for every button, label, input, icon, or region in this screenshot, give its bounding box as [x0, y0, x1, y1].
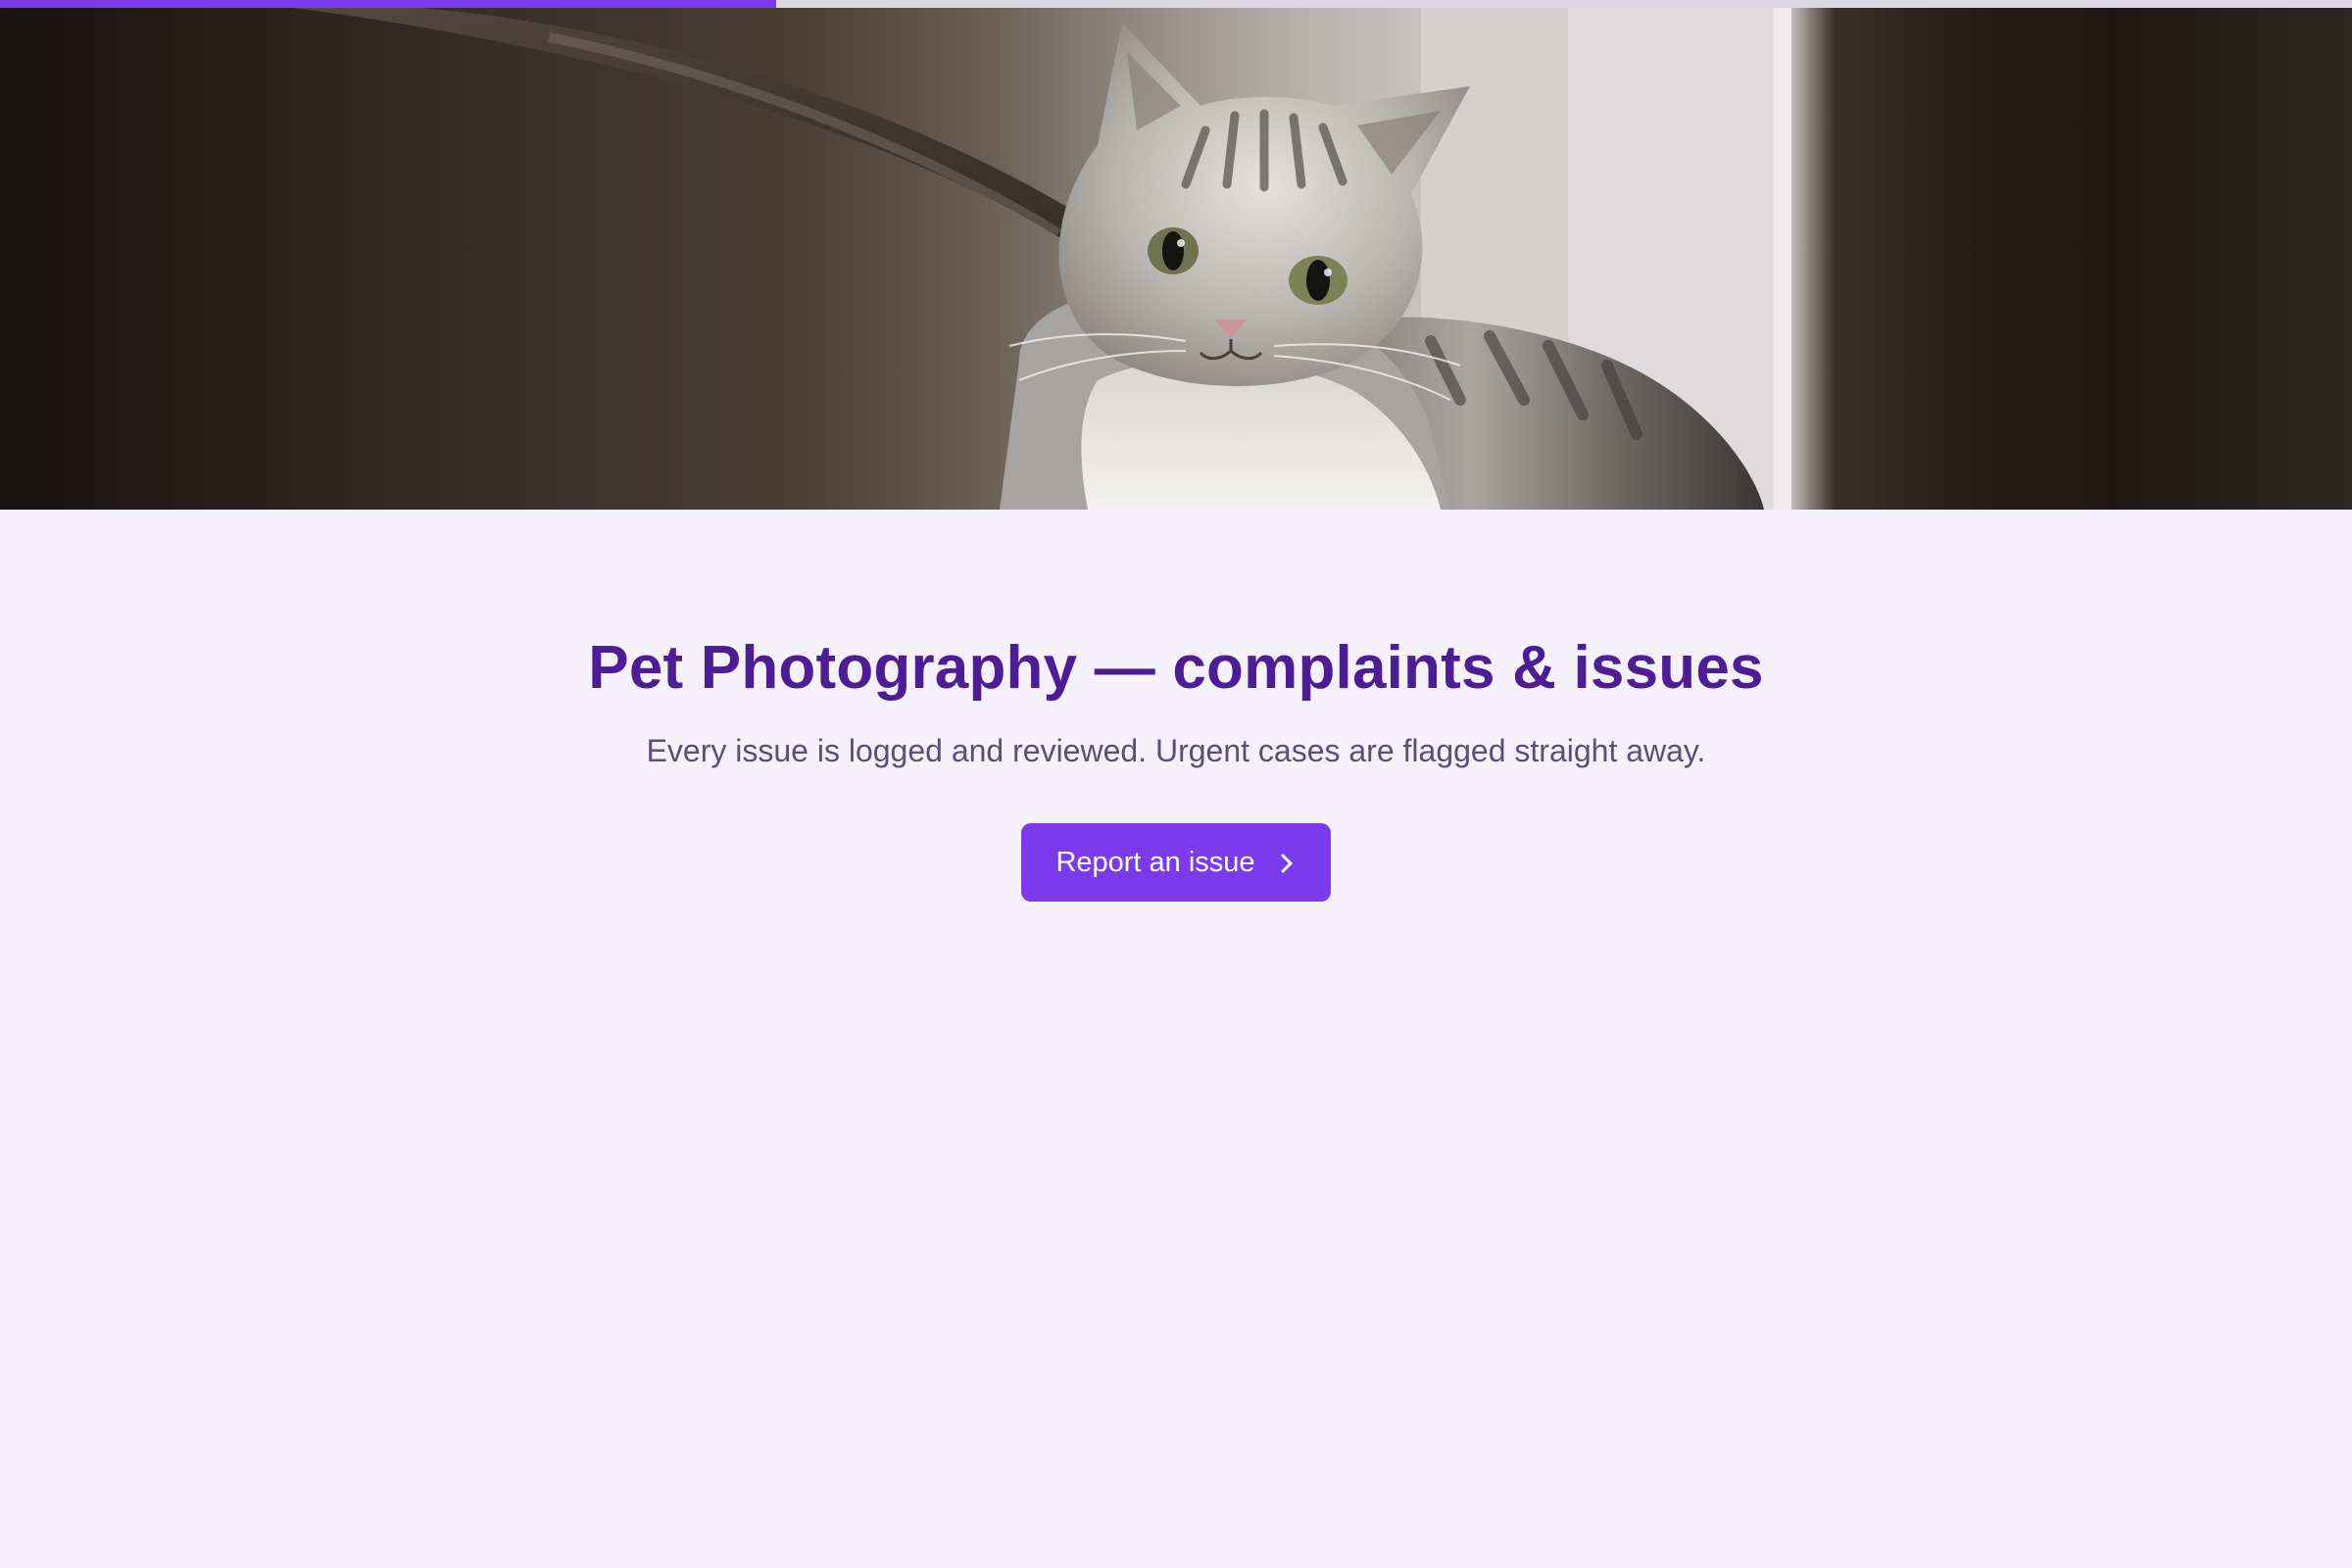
report-issue-button-label: Report an issue [1055, 846, 1255, 878]
main-content: Pet Photography — complaints & issues Ev… [0, 510, 2352, 1568]
hero-image [0, 8, 2352, 510]
page-subtitle: Every issue is logged and reviewed. Urge… [646, 733, 1706, 768]
page: Pet Photography — complaints & issues Ev… [0, 0, 2352, 1568]
progress-bar [0, 0, 2352, 8]
report-issue-button[interactable]: Report an issue [1021, 823, 1331, 902]
page-title: Pet Photography — complaints & issues [588, 634, 1764, 702]
progress-bar-fill [0, 0, 776, 8]
cat-photo [294, 8, 1791, 510]
chevron-right-icon [1277, 851, 1297, 874]
